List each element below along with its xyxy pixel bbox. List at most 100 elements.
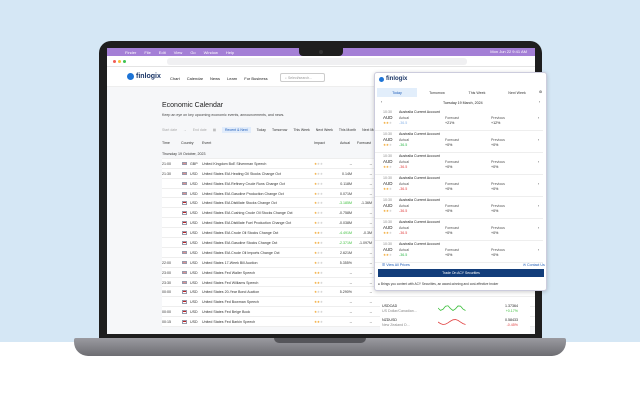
actual-value: --	[349, 300, 352, 305]
popup-event-item[interactable]: 10:30 AUD ★★★ Australia Current Account …	[375, 107, 543, 131]
actual-value: --	[349, 310, 352, 315]
popup-event-item[interactable]: 10:30 AUD ★★★ Australia Current Account …	[375, 129, 543, 153]
prev-day-icon[interactable]: ‹	[381, 100, 382, 104]
close-window-button[interactable]	[113, 60, 116, 63]
event-name[interactable]: United States Fed Barkin Speech	[202, 320, 255, 324]
event-name[interactable]: United States EIA Crude Oil Imports Chan…	[202, 251, 280, 255]
item-event: Australia Current Account	[399, 198, 440, 202]
currency: USD	[190, 300, 198, 305]
nav-learn[interactable]: Learn	[227, 76, 237, 81]
search-input[interactable]: ⌕ Select/search...	[280, 73, 325, 82]
tab-today[interactable]: Today	[377, 88, 417, 97]
event-name[interactable]: United States EIA Crude Oil Stocks Chang…	[202, 231, 278, 235]
chevron-right-icon[interactable]: ›	[538, 204, 539, 208]
finlogix-logo[interactable]: finlogix	[127, 73, 161, 80]
ticker-change: +0.17%	[505, 309, 518, 313]
popup-event-item[interactable]: 10:30 AUD ★★★ Australia Current Account …	[375, 151, 543, 175]
forecast-value: --	[369, 221, 372, 226]
filter-next-week[interactable]: Next Week	[316, 128, 333, 132]
filter-today[interactable]: Today	[257, 128, 266, 132]
previous-label: Previous	[491, 204, 505, 208]
event-name[interactable]: United States EIA Refinery Crude Runs Ch…	[202, 182, 285, 186]
ticker-symbol[interactable]: NZDUSD	[382, 318, 397, 322]
event-name[interactable]: United States EIA Heating Oil Stocks Cha…	[202, 172, 281, 176]
nav-chart[interactable]: Chart	[170, 76, 180, 81]
item-currency: AUD	[383, 181, 393, 186]
filter-this-month[interactable]: This Month	[339, 128, 356, 132]
impact-stars: ★★★	[314, 310, 323, 315]
event-name[interactable]: United Kingdom BoE Silvenman Speech	[202, 162, 266, 166]
item-previous: +0%	[491, 143, 499, 147]
impact-stars: ★★★	[314, 260, 323, 265]
chevron-right-icon[interactable]: ›	[538, 226, 539, 230]
impact-stars: ★★★	[314, 161, 323, 166]
event-name[interactable]: United States 20-Year Bond Auction	[202, 290, 259, 294]
item-forecast: +21%	[445, 121, 455, 125]
flag-icon	[182, 181, 187, 186]
address-bar[interactable]	[167, 58, 467, 65]
menu-file[interactable]: File	[144, 50, 150, 55]
next-day-icon[interactable]: ›	[539, 100, 540, 104]
actual-value: -2.371M	[338, 241, 352, 246]
event-name[interactable]: United States EIA Gasoline Stocks Change…	[202, 241, 277, 245]
view-all-prices-link[interactable]: ☰ View All Prices	[382, 263, 410, 267]
ticker-change: -0.45%	[506, 323, 518, 327]
menu-help[interactable]: Help	[226, 50, 234, 55]
flag-icon	[182, 250, 187, 255]
item-currency: AUD	[383, 225, 393, 230]
maximize-window-button[interactable]	[123, 60, 126, 63]
filter-this-week[interactable]: This Week	[293, 128, 309, 132]
popup-event-item[interactable]: 10:30 AUD ★★★ Australia Current Account …	[375, 217, 543, 241]
calendar-icon[interactable]: ▦	[213, 128, 216, 132]
minimize-window-button[interactable]	[118, 60, 121, 63]
menu-view[interactable]: View	[174, 50, 183, 55]
flag-icon	[182, 280, 187, 285]
popup-event-item[interactable]: 10:30 AUD ★★★ Australia Current Account …	[375, 173, 543, 197]
nav-news[interactable]: News	[210, 76, 220, 81]
filter-tomorrow[interactable]: Tomorrow	[272, 128, 287, 132]
settings-icon[interactable]: ⚙	[539, 90, 542, 94]
filter-recent-next[interactable]: Recent & Next	[222, 127, 251, 133]
menu-window[interactable]: Window	[204, 50, 218, 55]
menu-go[interactable]: Go	[190, 50, 195, 55]
chevron-right-icon[interactable]: ›	[538, 182, 539, 186]
event-name[interactable]: United States EIA Distillate Stocks Chan…	[202, 201, 277, 205]
ticker-symbol[interactable]: USDCAD	[382, 304, 397, 308]
event-name[interactable]: United States EIA Gasoline Production Ch…	[202, 192, 284, 196]
chevron-right-icon[interactable]: ›	[538, 248, 539, 252]
end-date-input[interactable]: End date	[193, 128, 207, 132]
item-previous: +0%	[491, 165, 499, 169]
forecast-value: --	[369, 260, 372, 265]
actual-label: Actual	[399, 204, 409, 208]
trade-button[interactable]: Trade On ACY Securities	[378, 269, 544, 277]
forecast-label: Forecast	[445, 204, 459, 208]
popup-event-item[interactable]: 10:30 AUD ★★★ Australia Current Account …	[375, 239, 543, 263]
tab-next-week[interactable]: Next Week	[497, 88, 537, 97]
chevron-right-icon[interactable]: ›	[538, 160, 539, 164]
event-name[interactable]: United States Fed Waller Speech	[202, 271, 255, 275]
currency: GBP	[190, 161, 198, 166]
nav-calendar[interactable]: Calendar	[187, 76, 203, 81]
forecast-label: Forecast	[445, 226, 459, 230]
item-actual: -36.5	[399, 253, 408, 257]
currency: USD	[190, 290, 198, 295]
actual-value: -4.491M	[338, 231, 352, 236]
event-name[interactable]: United States Fed Williams Speech	[202, 281, 258, 285]
impact-stars: ★★★	[314, 320, 323, 325]
chevron-right-icon[interactable]: ›	[538, 138, 539, 142]
chevron-right-icon[interactable]: ›	[538, 116, 539, 120]
nav-for-business[interactable]: For Business	[244, 76, 267, 81]
event-name[interactable]: United States 17-Week Bill Auction	[202, 261, 257, 265]
start-date-input[interactable]: Start date	[162, 128, 177, 132]
event-name[interactable]: United States Fed Beige Book	[202, 310, 250, 314]
event-time: 00:00	[162, 290, 171, 295]
tab-tomorrow[interactable]: Tomorrow	[417, 88, 457, 97]
contact-us-link[interactable]: ✉ Contact Us	[523, 263, 545, 267]
menu-finder[interactable]: Finder	[125, 50, 136, 55]
event-name[interactable]: United States EIA Cushing Crude Oil Stoc…	[202, 211, 293, 215]
popup-event-item[interactable]: 10:30 AUD ★★★ Australia Current Account …	[375, 195, 543, 219]
event-name[interactable]: United States Fed Bowman Speech	[202, 300, 259, 304]
tab-this-week[interactable]: This Week	[457, 88, 497, 97]
event-name[interactable]: United States EIA Distillate Fuel Produc…	[202, 221, 291, 225]
menu-edit[interactable]: Edit	[159, 50, 166, 55]
